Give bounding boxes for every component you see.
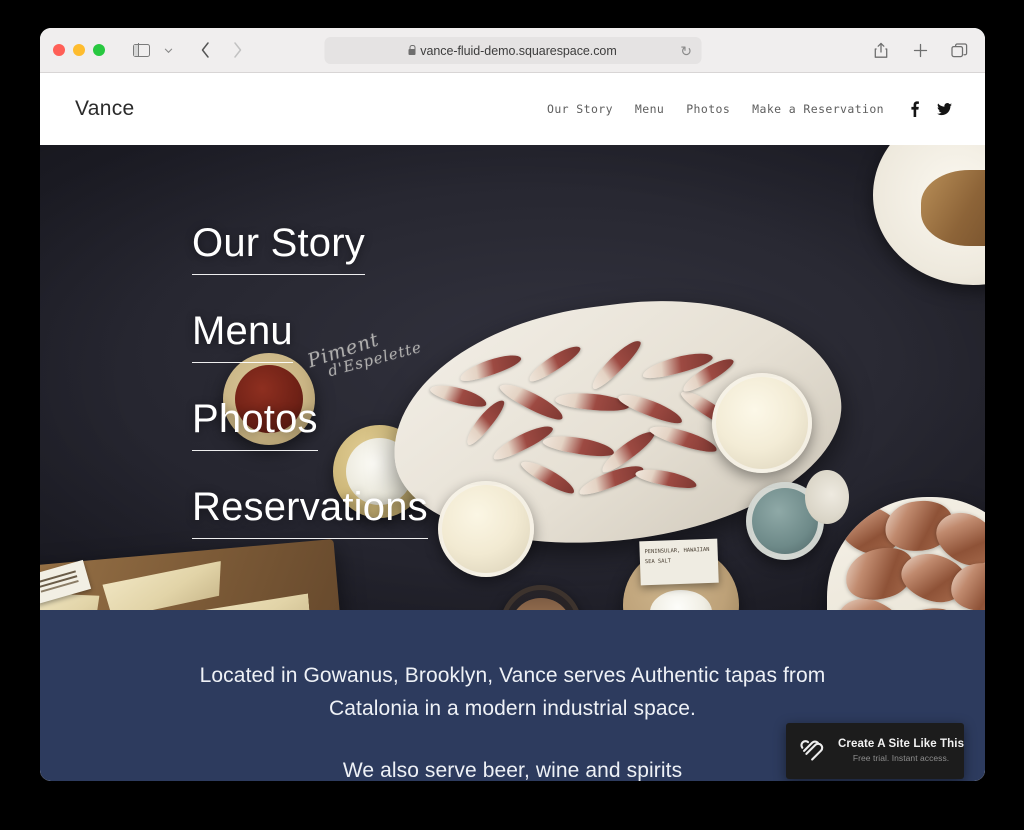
forward-button[interactable] (224, 38, 250, 62)
squarespace-badge-title: Create A Site Like This (838, 738, 965, 751)
nav-item-our-story[interactable]: Our Story (547, 102, 613, 116)
zoom-window-button[interactable] (93, 44, 105, 56)
site-header: Vance Our Story Menu Photos Make a Reser… (40, 73, 985, 145)
hero-food-photo: Piment d'Espelette PENINSULAR, HAWAIIAN … (40, 145, 985, 610)
close-window-button[interactable] (53, 44, 65, 56)
browser-window: vance-fluid-demo.squarespace.com ↻ Vance… (40, 28, 985, 781)
browser-toolbar: vance-fluid-demo.squarespace.com ↻ (40, 28, 985, 73)
squarespace-promo-badge[interactable]: Create A Site Like This Free trial. Inst… (786, 722, 965, 779)
butter-bowl-center (438, 481, 534, 577)
share-icon[interactable] (868, 38, 894, 62)
site-logo[interactable]: Vance (75, 97, 135, 121)
address-bar[interactable]: vance-fluid-demo.squarespace.com ↻ (324, 37, 701, 64)
back-button[interactable] (192, 38, 218, 62)
salt-label-card: PENINSULAR, HAWAIIAN SEA SALT (639, 538, 719, 586)
nav-item-photos[interactable]: Photos (686, 102, 730, 116)
butter-bowl-right (712, 373, 812, 473)
jamon-platter (827, 497, 985, 610)
website-viewport: Vance Our Story Menu Photos Make a Reser… (40, 73, 985, 781)
lock-icon (408, 44, 416, 55)
hero-section: Piment d'Espelette PENINSULAR, HAWAIIAN … (40, 145, 985, 610)
hero-link-menu[interactable]: Menu (192, 311, 293, 363)
url-text: vance-fluid-demo.squarespace.com (420, 43, 617, 58)
site-navigation: Our Story Menu Photos Make a Reservation (547, 101, 952, 117)
new-tab-icon[interactable] (907, 38, 933, 62)
nav-item-menu[interactable]: Menu (635, 102, 664, 116)
twitter-icon[interactable] (937, 102, 952, 116)
facebook-icon[interactable] (910, 101, 919, 117)
hero-link-list: Our Story Menu Photos Reservations (192, 223, 428, 539)
minimize-window-button[interactable] (73, 44, 85, 56)
salt-card-line-2: SEA SALT (644, 558, 672, 566)
chevron-down-icon[interactable] (160, 38, 176, 62)
hero-link-our-story[interactable]: Our Story (192, 223, 365, 275)
hero-link-reservations[interactable]: Reservations (192, 487, 428, 539)
info-band: Located in Gowanus, Brooklyn, Vance serv… (40, 610, 985, 781)
sidebar-toggle-icon[interactable] (128, 38, 154, 62)
window-traffic-lights[interactable] (53, 44, 105, 56)
squarespace-badge-subtitle: Free trial. Instant access. (852, 753, 950, 764)
nav-item-make-a-reservation[interactable]: Make a Reservation (752, 102, 884, 116)
hero-link-photos[interactable]: Photos (192, 399, 318, 451)
info-line-1: Located in Gowanus, Brooklyn, Vance serv… (199, 664, 826, 687)
reload-icon[interactable]: ↻ (680, 43, 692, 60)
tab-overview-icon[interactable] (946, 38, 972, 62)
squarespace-logo-icon (800, 735, 827, 767)
info-line-2: Catalonia in a modern industrial space. (329, 696, 696, 720)
